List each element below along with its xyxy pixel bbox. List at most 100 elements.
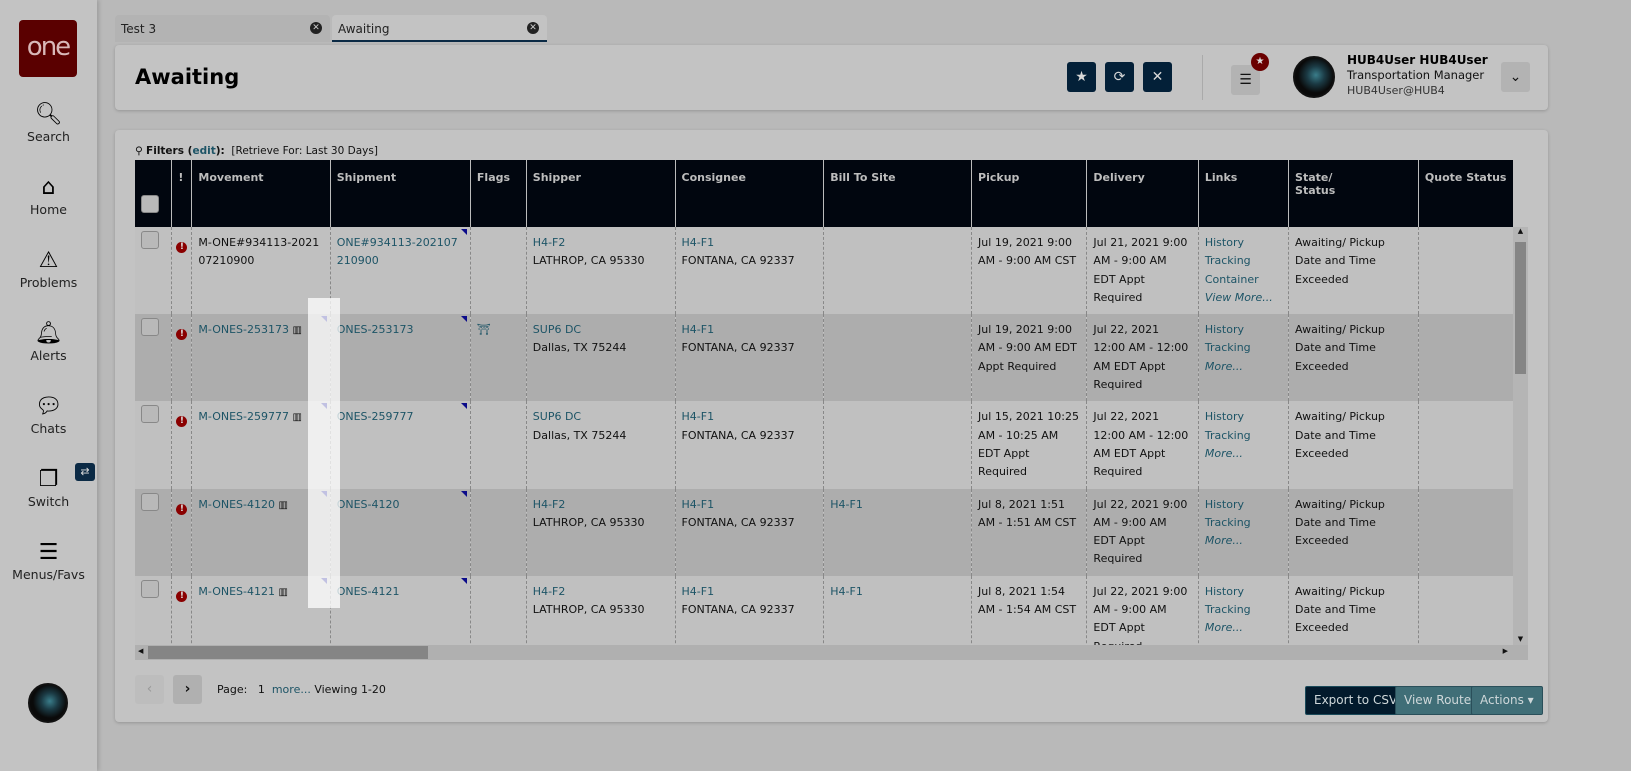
prev-page-button[interactable]: ‹ — [135, 675, 164, 704]
column-header[interactable]: Shipper — [525, 160, 676, 227]
row-link[interactable]: Tracking — [1205, 429, 1251, 442]
bill-to-link[interactable]: H4-F1 — [830, 498, 863, 511]
flag-icon[interactable]: ⛩ — [477, 323, 491, 336]
table-row[interactable]: ! M-ONE#934113-202107210900 ONE#934113-2… — [135, 227, 1513, 315]
map-icon[interactable]: ▥ — [292, 412, 301, 423]
shipment-link[interactable]: ONES-259777 — [337, 410, 414, 423]
pickup-window: Jul 19, 2021 9:00 AM - 9:00 AM EDT Appt … — [978, 323, 1077, 373]
filters-edit-link[interactable]: edit — [192, 145, 215, 157]
row-link[interactable]: History — [1205, 323, 1244, 336]
map-icon[interactable]: ▥ — [278, 587, 287, 598]
sidebar-item-switch[interactable]: ❐ Switch ⇄ — [0, 463, 97, 509]
row-checkbox[interactable] — [141, 318, 159, 337]
column-header[interactable]: State/ Status — [1288, 160, 1419, 227]
close-button[interactable]: ✕ — [1143, 62, 1172, 92]
movement-link[interactable]: M-ONES-259777 — [198, 410, 289, 423]
user-avatar[interactable] — [1293, 56, 1335, 98]
row-checkbox[interactable] — [141, 579, 159, 598]
consignee-link[interactable]: H4-F1 — [682, 410, 715, 423]
sidebar-item-problems[interactable]: ⚠ Problems — [0, 249, 97, 291]
more-links[interactable]: More... — [1205, 621, 1243, 634]
row-link[interactable]: History — [1205, 585, 1244, 598]
row-checkbox[interactable] — [141, 405, 159, 424]
column-header[interactable]: Delivery — [1086, 160, 1199, 227]
close-tab-icon[interactable]: ✕ — [310, 22, 322, 34]
favorite-button[interactable]: ★ — [1067, 62, 1096, 92]
row-link[interactable]: Container — [1205, 273, 1259, 286]
sidebar-avatar[interactable] — [28, 683, 68, 723]
movement-link[interactable]: M-ONES-4120 — [198, 498, 275, 511]
row-link[interactable]: Tracking — [1205, 254, 1251, 267]
table-row[interactable]: ! M-ONES-259777 ▥ ONES-259777 SUP6 DC Dal… — [135, 401, 1513, 489]
row-link[interactable]: Tracking — [1205, 603, 1251, 616]
column-header[interactable]: Bill To Site — [823, 160, 972, 227]
shipment-link[interactable]: ONES-4121 — [337, 585, 400, 598]
row-checkbox[interactable] — [141, 492, 159, 511]
shipper-link[interactable]: SUP6 DC — [533, 323, 581, 336]
row-link[interactable]: History — [1205, 410, 1244, 423]
switch-badge-icon[interactable]: ⇄ — [75, 463, 95, 481]
state-cell: Awaiting/ Pickup Date and Time Exceeded — [1288, 401, 1419, 489]
more-links[interactable]: More... — [1205, 447, 1243, 460]
consignee-link[interactable]: H4-F1 — [682, 236, 715, 249]
sidebar-item-home[interactable]: ⌂ Home — [0, 176, 97, 218]
sidebar-item-alerts[interactable]: 🔔︎ Alerts — [0, 322, 97, 364]
row-link[interactable]: History — [1205, 498, 1244, 511]
refresh-button[interactable]: ⟳ — [1105, 62, 1134, 92]
movement-link[interactable]: M-ONES-4121 — [198, 585, 275, 598]
horizontal-scrollbar[interactable]: ◀ ▶ — [135, 645, 1528, 660]
state-status: Awaiting/ Pickup Date and Time Exceeded — [1295, 497, 1385, 548]
tab-test-3[interactable]: Test 3 ✕ — [115, 15, 330, 42]
row-link[interactable]: History — [1205, 236, 1244, 249]
more-links[interactable]: More... — [1205, 534, 1243, 547]
actions-dropdown-button[interactable]: Actions ▾ — [1471, 686, 1543, 715]
map-icon[interactable]: ▥ — [292, 325, 301, 336]
app-logo[interactable]: one — [19, 20, 77, 77]
shipper-link[interactable]: H4-F2 — [533, 498, 566, 511]
view-route-button[interactable]: View Route — [1395, 686, 1481, 715]
more-links[interactable]: View More... — [1205, 291, 1273, 304]
shipper-cell: H4-F2 LATHROP, CA 95330 — [525, 227, 676, 315]
table-row[interactable]: ! M-ONES-4120 ▥ ONES-4120 H4-F2 LATHROP, … — [135, 488, 1513, 576]
error-icon: ! — [176, 590, 188, 602]
next-page-button[interactable]: › — [173, 675, 202, 704]
sidebar-item-search[interactable]: 🔍︎ Search — [0, 103, 97, 145]
column-header[interactable]: ! — [171, 160, 192, 227]
column-header[interactable]: Pickup — [971, 160, 1087, 227]
export-csv-button[interactable]: Export to CSV — [1305, 686, 1407, 715]
vertical-scroll-thumb[interactable] — [1515, 242, 1526, 374]
bill-to-link[interactable]: H4-F1 — [830, 585, 863, 598]
close-tab-icon[interactable]: ✕ — [527, 22, 539, 34]
consignee-link[interactable]: H4-F1 — [682, 585, 715, 598]
consignee-link[interactable]: H4-F1 — [682, 323, 715, 336]
column-header[interactable]: Consignee — [674, 160, 824, 227]
consignee-link[interactable]: H4-F1 — [682, 498, 715, 511]
column-header[interactable]: Flags — [469, 160, 527, 227]
select-all-checkbox[interactable] — [141, 195, 159, 213]
column-header[interactable]: Movement — [191, 160, 331, 227]
shipment-link[interactable]: ONES-253173 — [337, 323, 414, 336]
table-row[interactable]: ! M-ONES-253173 ▥ ONES-253173 ⛩ SUP6 DC D… — [135, 314, 1513, 402]
row-checkbox[interactable] — [141, 231, 159, 249]
sidebar-item-chats[interactable]: 💬︎ Chats — [0, 395, 97, 437]
sidebar-item-menus-favs[interactable]: ☰ Menus/Favs — [0, 541, 97, 583]
pickup-window: Jul 19, 2021 9:00 AM - 9:00 AM CST — [978, 236, 1077, 268]
row-link[interactable]: Tracking — [1205, 341, 1251, 354]
shipment-link[interactable]: ONE#934113-202107210900 — [337, 236, 458, 267]
shipper-link[interactable]: H4-F2 — [533, 236, 566, 249]
vertical-scrollbar[interactable]: ▲ ▼ — [1513, 227, 1528, 645]
column-header[interactable]: Links — [1197, 160, 1289, 227]
shipment-link[interactable]: ONES-4120 — [337, 498, 400, 511]
horizontal-scroll-thumb[interactable] — [148, 646, 428, 659]
column-header[interactable]: Shipment — [329, 160, 471, 227]
user-menu-chevron-icon[interactable]: ⌄ — [1501, 62, 1530, 92]
map-icon[interactable]: ▥ — [278, 500, 287, 511]
movement-link[interactable]: M-ONES-253173 — [198, 323, 289, 336]
row-link[interactable]: Tracking — [1205, 516, 1251, 529]
more-links[interactable]: More... — [1205, 360, 1243, 373]
more-pages-link[interactable]: more... — [272, 683, 311, 696]
tab-awaiting[interactable]: Awaiting ✕ — [332, 15, 547, 42]
shipper-link[interactable]: H4-F2 — [533, 585, 566, 598]
shipper-link[interactable]: SUP6 DC — [533, 410, 581, 423]
column-header[interactable]: Quote Status — [1417, 160, 1513, 227]
